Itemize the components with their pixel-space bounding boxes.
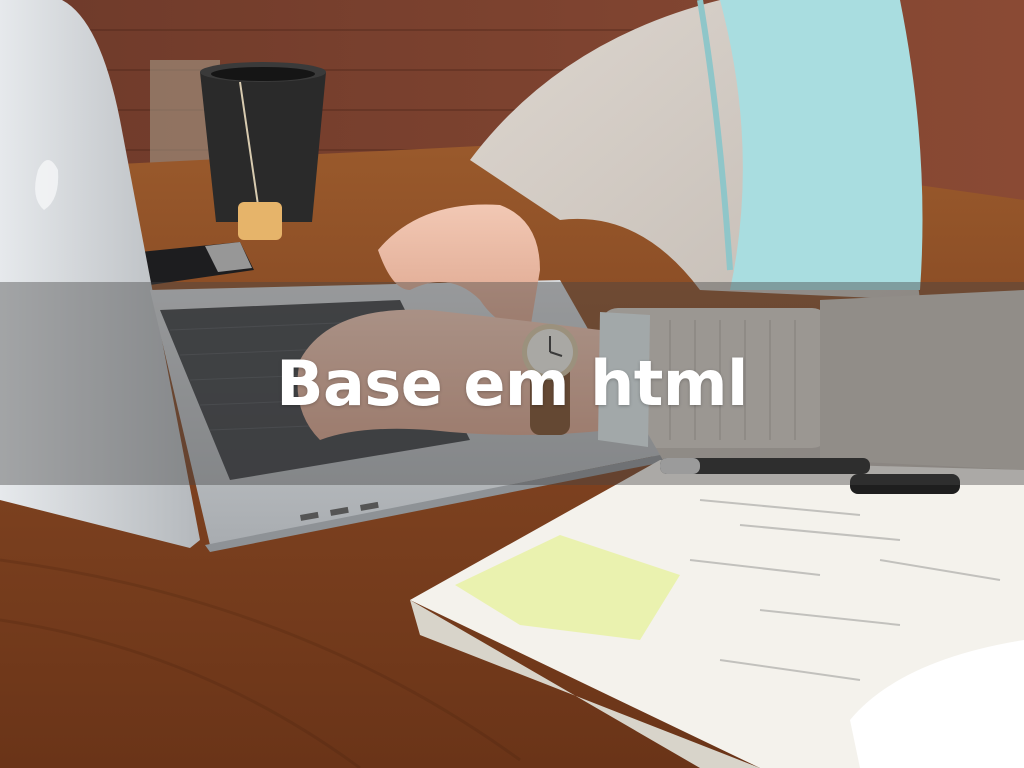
title-overlay-band: Base em html <box>0 282 1024 485</box>
hero-banner: Base em html <box>0 0 1024 768</box>
tea-mug <box>200 62 326 240</box>
hero-title: Base em html <box>276 347 748 420</box>
tea-tag <box>238 202 282 240</box>
